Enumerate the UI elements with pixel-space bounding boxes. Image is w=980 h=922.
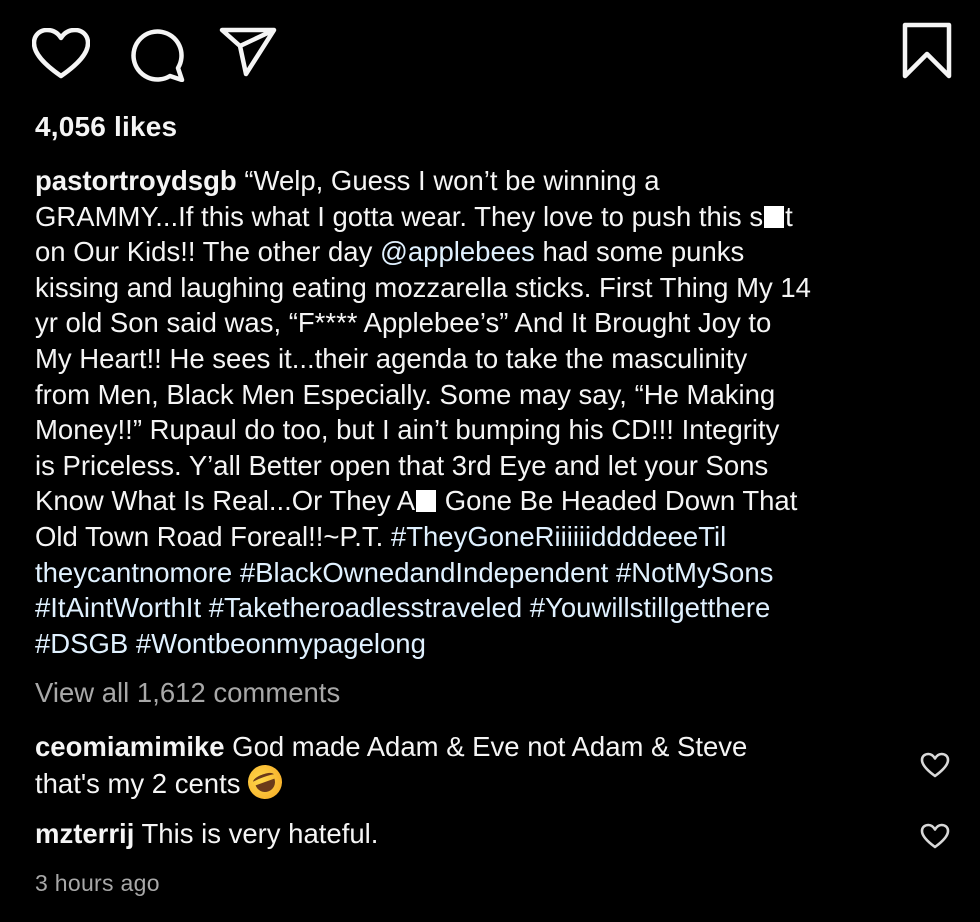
heart-outline-icon[interactable] [920,752,950,779]
rolling-laughing-emoji-icon [243,759,287,804]
hashtag-link[interactable]: #NotMySons [616,557,773,588]
hashtag-link[interactable]: #Youwillstillgetthere [530,592,771,623]
comment-username[interactable]: mzterrij [35,818,134,849]
comment-text: God made Adam & Eve not Adam & Steve [224,731,748,762]
likes-count[interactable]: 4,056 likes [35,111,177,143]
hashtag-link[interactable]: #BlackOwnedandIndependent [240,557,608,588]
hashtag-link[interactable]: theycantnomore [35,557,232,588]
post-timestamp: 3 hours ago [35,870,160,896]
caption-text: from Men, Black Men Especially. Some may… [35,378,776,410]
comment-item: ceomiamimike God made Adam & Eve not Ada… [35,729,895,804]
paper-plane-icon[interactable] [218,26,278,78]
post-action-bar [32,22,952,82]
comment-text: that's my 2 cents [35,767,249,799]
comment-bubble-icon[interactable] [128,26,186,82]
caption-text: kissing and laughing eating mozzarella s… [35,271,811,303]
redaction-box [416,490,437,513]
comment-item: mzterrij This is very hateful. [35,816,895,852]
caption-text: My Heart!! He sees it...their agenda to … [35,342,748,374]
redaction-box [764,205,785,228]
caption-username[interactable]: pastortroydsgb [35,165,237,196]
caption-text: GRAMMY...If this what I gotta wear. They… [35,200,764,232]
heart-outline-icon[interactable] [920,823,950,850]
comment-username[interactable]: ceomiamimike [35,731,225,762]
heart-icon[interactable] [32,28,90,80]
caption-text: t [785,200,793,232]
caption-text: yr old Son said was, “F**** Applebee’s” … [35,307,772,339]
view-all-comments-link[interactable]: View all 1,612 comments [35,677,340,709]
caption-text: Old Town Road Foreal!!~P.T. [35,520,391,552]
mention-link[interactable]: @applebees [380,236,535,267]
caption-text: on Our Kids!! The other day [35,236,380,268]
caption-text: had some punks [534,236,745,268]
hashtag-link[interactable]: #Taketheroadlesstraveled [209,592,522,623]
caption-text: is Priceless. Y’all Better open that 3rd… [35,449,769,481]
caption-text: Know What Is Real...Or They A [35,485,416,517]
hashtag-link[interactable]: #DSGB [35,628,128,659]
bookmark-icon[interactable] [902,22,952,80]
caption-text: Money!!” Rupaul do too, but I ain’t bump… [35,414,780,446]
comment-text: This is very hateful. [134,818,379,849]
caption-text: Gone Be Headed Down That [437,485,798,517]
hashtag-link[interactable]: #TheyGoneRiiiiiiddddeeeTil [391,521,726,552]
hashtag-link[interactable]: #Wontbeonmypagelong [136,628,426,659]
hashtag-link[interactable]: #ItAintWorthIt [35,592,201,623]
post-caption: pastortroydsgb “Welp, Guess I won’t be w… [35,163,955,661]
caption-text: “Welp, Guess I won’t be winning a [236,165,660,196]
